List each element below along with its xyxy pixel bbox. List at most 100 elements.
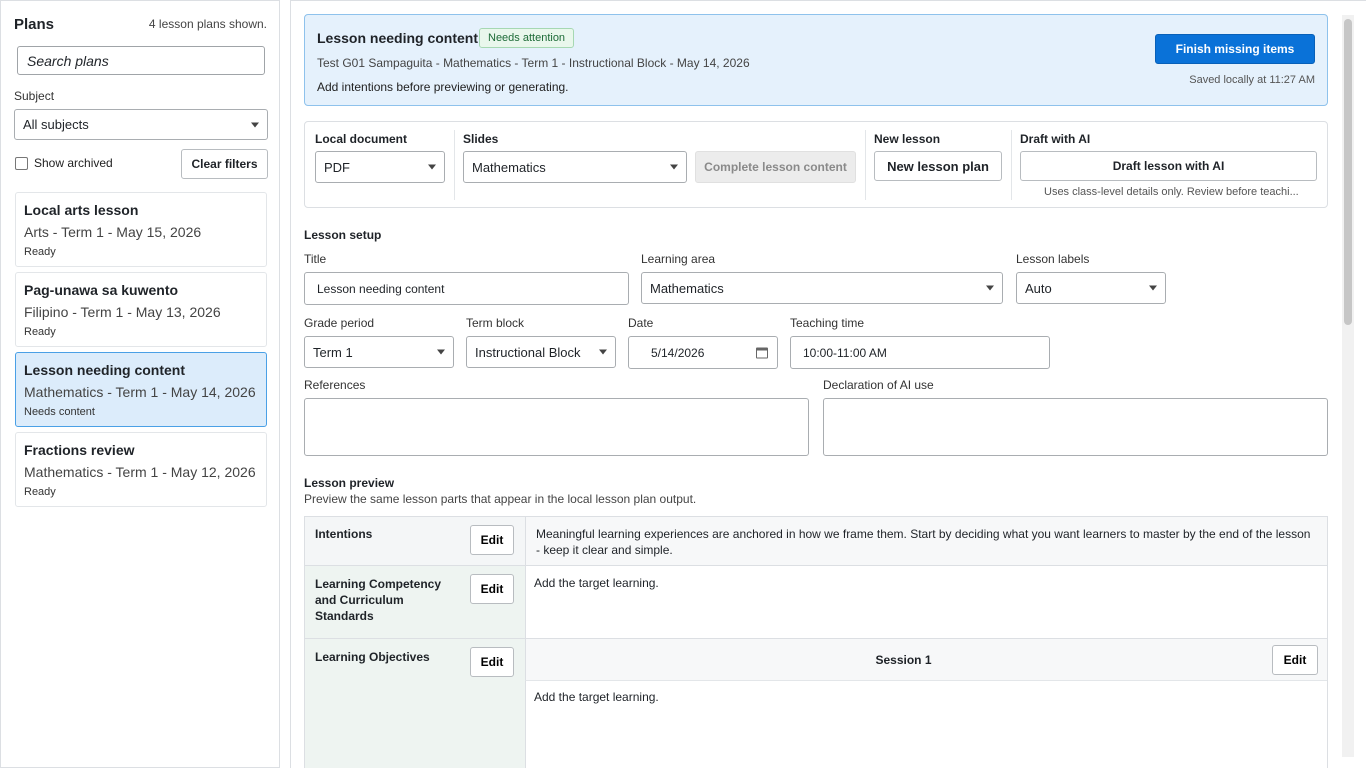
title-label: Title — [304, 252, 327, 266]
slides-select[interactable]: Mathematics — [463, 151, 687, 183]
plan-title: Lesson needing content — [24, 362, 186, 378]
lesson-labels-value: Auto — [1025, 280, 1052, 296]
declaration-textarea[interactable] — [823, 398, 1328, 456]
chevron-down-icon — [670, 164, 678, 170]
divider — [454, 130, 455, 200]
main-scrollbar[interactable] — [1342, 15, 1354, 757]
chevron-down-icon — [1149, 285, 1157, 291]
show-archived-checkbox[interactable] — [15, 156, 28, 170]
lesson-editor: Lesson needing content Needs attention T… — [290, 0, 1366, 768]
table-row: Learning Objectives Edit — [305, 639, 525, 768]
saved-status: Saved locally at 11:27 AM — [1189, 74, 1315, 86]
show-archived-toggle[interactable]: Show archived — [15, 156, 113, 170]
slides-value: Mathematics — [472, 159, 546, 175]
table-row: Intentions Edit — [305, 517, 525, 566]
lesson-labels-select[interactable]: Auto — [1016, 272, 1166, 304]
chevron-down-icon — [428, 164, 436, 170]
date-label: Date — [628, 316, 654, 330]
banner-title: Lesson needing content — [317, 30, 479, 46]
grade-period-select[interactable]: Term 1 — [304, 336, 454, 368]
plan-meta: Mathematics - Term 1 - May 12, 2026 — [24, 464, 256, 480]
local-document-value: PDF — [324, 159, 350, 175]
plan-title: Fractions review — [24, 442, 135, 458]
chevron-down-icon — [986, 285, 994, 291]
subject-select[interactable]: All subjects — [14, 109, 268, 140]
session-title: Session 1 — [875, 653, 932, 667]
grade-period-label: Grade period — [304, 316, 375, 330]
plan-status: Ready — [24, 326, 56, 338]
divider — [865, 130, 866, 200]
actions-toolbar: Local document PDF Slides Mathematics Co… — [304, 121, 1328, 208]
local-document-label: Local document — [315, 132, 408, 146]
slides-label: Slides — [463, 132, 499, 146]
subject-label: Subject — [14, 89, 55, 103]
declaration-label: Declaration of AI use — [823, 378, 934, 392]
new-lesson-label: New lesson — [874, 132, 941, 146]
term-block-select[interactable]: Instructional Block — [466, 336, 616, 368]
plan-list: Local arts lesson Arts - Term 1 - May 15… — [15, 192, 267, 512]
edit-intentions-button[interactable]: Edit — [470, 525, 514, 555]
plan-card[interactable]: Fractions review Mathematics - Term 1 - … — [15, 432, 267, 507]
divider — [1011, 130, 1012, 200]
draft-ai-hint: Uses class-level details only. Review be… — [1044, 186, 1299, 198]
date-value: 5/14/2026 — [651, 345, 705, 360]
plan-card[interactable]: Pag-unawa sa kuwento Filipino - Term 1 -… — [15, 272, 267, 347]
term-block-label: Term block — [466, 316, 525, 330]
chevron-down-icon — [599, 349, 607, 355]
plans-sidebar: Plans 4 lesson plans shown. Subject All … — [0, 0, 280, 768]
learning-area-select[interactable]: Mathematics — [641, 272, 1003, 304]
finish-missing-items-button[interactable]: Finish missing items — [1155, 34, 1315, 64]
intentions-content: Meaningful learning experiences are anch… — [525, 517, 1327, 566]
edit-objectives-button[interactable]: Edit — [470, 647, 514, 677]
status-banner: Lesson needing content Needs attention T… — [304, 14, 1328, 106]
calendar-icon[interactable] — [756, 347, 768, 358]
draft-ai-label: Draft with AI — [1020, 132, 1091, 146]
subject-select-value: All subjects — [23, 117, 89, 132]
plan-title: Pag-unawa sa kuwento — [24, 282, 179, 298]
plan-status: Ready — [24, 246, 56, 258]
new-lesson-plan-button[interactable]: New lesson plan — [874, 151, 1002, 181]
lesson-setup-title: Lesson setup — [304, 228, 382, 242]
plan-meta: Arts - Term 1 - May 15, 2026 — [24, 224, 202, 240]
row-label: Learning Competency and Curriculum Stand… — [315, 577, 442, 623]
local-document-select[interactable]: PDF — [315, 151, 445, 183]
lesson-preview-table: Intentions Edit Meaningful learning expe… — [304, 516, 1328, 768]
draft-lesson-ai-button[interactable]: Draft lesson with AI — [1020, 151, 1317, 181]
plan-meta: Mathematics - Term 1 - May 14, 2026 — [24, 384, 256, 400]
chevron-down-icon — [251, 122, 259, 127]
edit-session-button[interactable]: Edit — [1272, 645, 1318, 675]
plan-status: Ready — [24, 486, 56, 498]
status-badge: Needs attention — [479, 28, 575, 48]
plans-count: 4 lesson plans shown. — [148, 17, 267, 31]
lesson-labels-label: Lesson labels — [1016, 252, 1090, 266]
grade-period-value: Term 1 — [313, 344, 353, 360]
sidebar-title: Plans — [14, 16, 55, 33]
term-block-value: Instructional Block — [475, 344, 581, 360]
references-label: References — [304, 378, 366, 392]
objectives-content: Add the target learning. — [525, 681, 1327, 768]
row-label: Intentions — [315, 527, 373, 541]
banner-note: Add intentions before previewing or gene… — [317, 80, 569, 94]
plan-card-selected[interactable]: Lesson needing content Mathematics - Ter… — [15, 352, 267, 427]
scrollbar-thumb[interactable] — [1344, 19, 1352, 325]
date-input[interactable]: 5/14/2026 — [628, 336, 778, 369]
plan-status: Needs content — [24, 406, 95, 418]
learning-area-label: Learning area — [641, 252, 716, 266]
teaching-time-label: Teaching time — [790, 316, 865, 330]
search-input[interactable] — [17, 46, 265, 75]
learning-area-value: Mathematics — [650, 280, 724, 296]
teaching-time-input[interactable]: 10:00-11:00 AM — [790, 336, 1050, 369]
edit-competency-button[interactable]: Edit — [470, 574, 514, 604]
complete-lesson-content-button[interactable]: Complete lesson content — [695, 151, 856, 183]
references-textarea[interactable] — [304, 398, 809, 456]
show-archived-label: Show archived — [34, 156, 113, 170]
clear-filters-button[interactable]: Clear filters — [181, 149, 268, 179]
chevron-down-icon — [437, 349, 445, 355]
table-row: Learning Competency and Curriculum Stand… — [305, 566, 525, 639]
lesson-preview-title: Lesson preview — [304, 476, 395, 490]
plan-meta: Filipino - Term 1 - May 13, 2026 — [24, 304, 221, 320]
plan-card[interactable]: Local arts lesson Arts - Term 1 - May 15… — [15, 192, 267, 267]
banner-subtitle: Test G01 Sampaguita - Mathematics - Term… — [317, 56, 750, 70]
title-input[interactable]: Lesson needing content — [304, 272, 629, 305]
competency-content: Add the target learning. — [525, 566, 1327, 639]
